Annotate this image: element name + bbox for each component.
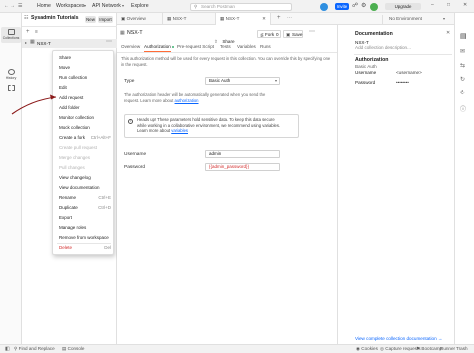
documentation-panel: Documentation ✕ NSX-T Add collection des…: [337, 25, 454, 344]
annotation-arrow-line: [11, 96, 57, 115]
capture-icon: ◎: [380, 346, 385, 351]
subtab-tests[interactable]: Tests: [220, 44, 231, 49]
chevron-down-icon: ▾: [274, 78, 277, 83]
view-documentation-link[interactable]: View complete collection documentation →: [355, 336, 443, 342]
capture-requests[interactable]: ◎ Capture requests: [380, 346, 421, 352]
password-field[interactable]: {{admin_password}}: [205, 163, 280, 171]
username-field[interactable]: admin: [205, 150, 280, 158]
annotation-arrow-head: [50, 94, 56, 100]
cookie-icon: ◉: [356, 346, 361, 351]
auth-type-select[interactable]: Basic Auth ▾: [205, 77, 280, 85]
authorization-link[interactable]: authorization: [175, 98, 199, 103]
overview-icon: ▣: [121, 16, 126, 21]
tabs-row: ▣ Overview ▦ NSX-T ▦ NSX-T ✕ + ⋯ No Envi…: [117, 13, 454, 26]
warning-box: i Heads up! These parameters hold sensit…: [124, 114, 299, 138]
tab-overflow-icon[interactable]: ⋯: [287, 15, 292, 21]
collection-icon: ▦: [120, 30, 125, 36]
pull-requests-icon[interactable]: ⇆: [460, 62, 465, 69]
subtab-pre-request-script[interactable]: Pre-request Script: [177, 44, 214, 49]
subtabs-divider: [117, 52, 337, 53]
right-rail: ▤ ✉ ⇆ ↻ ⎀ ⓘ: [454, 13, 474, 344]
panel-divider: [354, 54, 452, 55]
auth-description: The authorization header will be automat…: [124, 92, 266, 103]
active-dot: [172, 45, 174, 48]
documentation-icon[interactable]: ▤: [460, 32, 467, 40]
warning-icon: i: [128, 119, 133, 124]
subtab-authorization[interactable]: Authorization: [144, 44, 171, 52]
subtab-overview[interactable]: Overview: [121, 44, 140, 49]
cookies[interactable]: ◉ Cookies: [356, 346, 378, 352]
type-label: Type: [124, 79, 135, 84]
changelog-icon[interactable]: ↻: [460, 76, 465, 83]
search-icon: ⚲: [14, 346, 18, 351]
environment-selector[interactable]: No Environment ▾: [382, 14, 452, 24]
info-text: This authorization method will be used f…: [121, 56, 331, 67]
bootcamp-icon: ⚑: [416, 346, 421, 351]
close-panel-icon[interactable]: ✕: [446, 30, 450, 36]
doc-password-label: Password: [355, 80, 376, 85]
add-description-placeholder[interactable]: Add collection description...: [355, 45, 411, 51]
trash[interactable]: Trash: [456, 346, 468, 352]
environment-label: No Environment: [389, 16, 422, 21]
info-icon[interactable]: ⓘ: [460, 104, 466, 113]
layout-icon[interactable]: ◧: [5, 346, 10, 352]
more-options-icon[interactable]: ⋯: [309, 28, 315, 35]
doc-username-value: <username>: [396, 70, 422, 75]
doc-username-label: Username: [355, 70, 377, 75]
runner[interactable]: Runner: [440, 346, 455, 352]
password-label: Password: [124, 165, 146, 170]
comments-icon[interactable]: ✉: [460, 48, 465, 55]
console[interactable]: ▤ Console: [62, 346, 84, 352]
collection-tab-icon: ▦: [167, 16, 172, 21]
console-icon: ▤: [62, 346, 67, 351]
subtab-variables[interactable]: Variables: [237, 44, 256, 49]
warning-text: Heads up! These parameters hold sensitiv…: [137, 117, 281, 133]
main-panel: ▦ NSX-T ⇧ Share ⪵ Fork 0 ▣ Save ⋯ Overvi…: [117, 25, 337, 344]
save-icon: ▣: [286, 31, 291, 37]
documentation-title: Documentation: [355, 31, 393, 37]
doc-password-value: ••••••••: [396, 80, 409, 85]
breadcrumb: NSX-T: [127, 30, 143, 36]
status-bar: ◧ ⚲ Find and Replace ▤ Console ◉ Cookies…: [0, 344, 474, 353]
fork-count: 0: [276, 31, 279, 37]
tab-overview[interactable]: ▣ Overview: [117, 13, 163, 25]
variables-link[interactable]: variables: [171, 128, 188, 133]
bootcamp[interactable]: ⚑ Bootcamp: [416, 346, 442, 352]
chevron-down-icon: ▾: [443, 15, 446, 21]
collection-tab-icon: ▦: [220, 16, 225, 21]
username-label: Username: [124, 152, 147, 157]
subtab-runs[interactable]: Runs: [260, 44, 271, 49]
tab-nsx-t-1[interactable]: ▦ NSX-T: [163, 13, 216, 25]
add-tab-icon[interactable]: +: [277, 15, 281, 21]
find-replace[interactable]: ⚲ Find and Replace: [14, 346, 55, 352]
close-tab-icon[interactable]: ✕: [262, 13, 266, 25]
fork-button[interactable]: ⪵ Fork 0: [257, 30, 281, 38]
auth-heading: Authorization: [355, 57, 389, 63]
fork-icon: ⪵: [260, 31, 264, 37]
share-icon: ⇧: [214, 39, 218, 44]
save-button[interactable]: ▣ Save: [283, 30, 303, 38]
monitor-icon[interactable]: ⎀: [460, 90, 465, 97]
